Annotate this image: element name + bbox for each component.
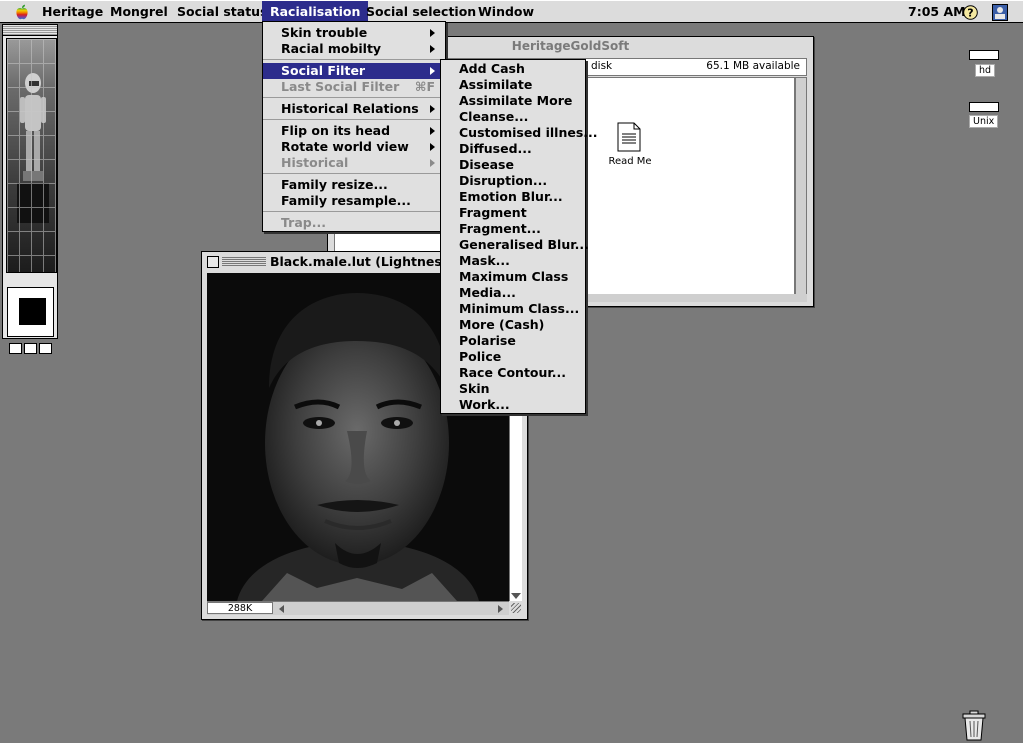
menu-mongrel[interactable]: Mongrel	[102, 1, 176, 23]
filter-item-fragment-dialog[interactable]: Fragment...	[441, 221, 585, 237]
filter-item-generalised-blur[interactable]: Generalised Blur...	[441, 237, 589, 253]
menu-social-selection[interactable]: Social selection	[358, 1, 484, 23]
application-icon[interactable]	[992, 4, 1008, 21]
menu-item-rotate-world-view[interactable]: Rotate world view	[263, 139, 445, 155]
disk-label: disk	[591, 60, 613, 72]
desktop-icon-label-hd[interactable]: hd	[975, 64, 996, 77]
menu-item-trap[interactable]: Trap...	[263, 215, 445, 231]
filter-item-disease[interactable]: Disease	[441, 157, 585, 173]
filter-item-media[interactable]: Media...	[441, 285, 585, 301]
menu-item-skin-trouble[interactable]: Skin trouble	[263, 25, 445, 41]
image-status-bar: 288K	[207, 601, 509, 615]
filter-item-customised-illness[interactable]: Customised illnes...	[441, 125, 598, 141]
menu-separator	[263, 211, 445, 212]
menu-separator	[263, 119, 445, 120]
filter-item-race-contour[interactable]: Race Contour...	[441, 365, 585, 381]
racialisation-menu: Skin trouble Racial mobilty Social Filte…	[262, 21, 446, 232]
menu-item-social-filter[interactable]: Social Filter	[263, 63, 445, 79]
menu-heritage[interactable]: Heritage	[34, 1, 111, 23]
menu-item-flip-on-its-head[interactable]: Flip on its head	[263, 123, 445, 139]
filter-item-more-cash[interactable]: More (Cash)	[441, 317, 585, 333]
available-space: 65.1 MB available	[706, 60, 800, 72]
scroll-left-arrow-icon[interactable]	[279, 605, 284, 613]
palette-titlebar[interactable]	[3, 25, 57, 36]
apple-icon[interactable]	[14, 4, 30, 20]
foreground-color[interactable]	[19, 298, 46, 325]
thumbnail-strip[interactable]	[6, 38, 57, 273]
submenu-arrow-icon	[430, 159, 435, 167]
palette-window-icon[interactable]	[24, 343, 37, 354]
menu-bar: Heritage Mongrel Social status Racialisa…	[0, 0, 1023, 23]
thumbnail-grid	[7, 39, 56, 272]
finder-vertical-scrollbar[interactable]	[795, 77, 807, 295]
menu-item-racial-mobilty[interactable]: Racial mobilty	[263, 41, 445, 57]
submenu-arrow-icon	[430, 45, 435, 53]
menu-separator	[263, 59, 445, 60]
read-me-label[interactable]: Read Me	[605, 156, 655, 167]
palette-mode-icon[interactable]	[9, 343, 22, 354]
document-icon[interactable]	[617, 122, 641, 152]
menu-item-historical[interactable]: Historical	[263, 155, 445, 171]
submenu-arrow-icon	[430, 105, 435, 113]
filter-item-mask[interactable]: Mask...	[441, 253, 585, 269]
filter-item-diffused[interactable]: Diffused...	[441, 141, 585, 157]
menu-social-status[interactable]: Social status	[169, 1, 276, 23]
filter-item-assimilate[interactable]: Assimilate	[441, 77, 585, 93]
tool-palette	[2, 24, 58, 354]
trash-icon[interactable]	[958, 708, 990, 742]
filter-item-maximum-class[interactable]: Maximum Class	[441, 269, 585, 285]
close-box-icon[interactable]	[207, 256, 219, 268]
submenu-arrow-icon	[430, 29, 435, 37]
filter-item-assimilate-more[interactable]: Assimilate More	[441, 93, 585, 109]
filter-item-disruption[interactable]: Disruption...	[441, 173, 585, 189]
menu-item-family-resize[interactable]: Family resize...	[263, 177, 445, 193]
menu-window[interactable]: Window	[470, 1, 542, 23]
filter-item-polarise[interactable]: Polarise	[441, 333, 585, 349]
menu-racialisation[interactable]: Racialisation	[262, 1, 369, 23]
filter-item-police[interactable]: Police	[441, 349, 585, 365]
menu-item-last-social-filter[interactable]: Last Social Filter ⌘F	[263, 79, 445, 95]
resize-grip-icon[interactable]	[511, 603, 521, 613]
filter-item-add-cash[interactable]: Add Cash	[441, 61, 585, 77]
palette-fullscreen-icon[interactable]	[39, 343, 52, 354]
menu-item-family-resample[interactable]: Family resample...	[263, 193, 445, 209]
memory-readout: 288K	[207, 602, 273, 614]
shortcut-label: ⌘F	[414, 79, 435, 94]
submenu-arrow-icon	[430, 143, 435, 151]
submenu-arrow-icon	[430, 67, 435, 75]
unix-disk-icon[interactable]	[969, 102, 999, 112]
social-filter-submenu: Add Cash Assimilate Assimilate More Clea…	[440, 59, 598, 414]
submenu-arrow-icon	[430, 127, 435, 135]
menu-separator	[263, 97, 445, 98]
filter-item-cleanse[interactable]: Cleanse...	[441, 109, 585, 125]
filter-item-fragment[interactable]: Fragment	[441, 205, 585, 221]
menubar-clock[interactable]: 7:05 AM	[908, 1, 966, 23]
filter-item-emotion-blur[interactable]: Emotion Blur...	[441, 189, 585, 205]
image-window-title: Black.male.lut (Lightness,	[270, 254, 454, 269]
color-swatch[interactable]	[7, 287, 54, 337]
scroll-right-arrow-icon[interactable]	[498, 605, 503, 613]
titlebar-stripes	[222, 256, 266, 267]
filter-item-skin[interactable]: Skin	[441, 381, 585, 397]
hard-disk-icon[interactable]	[969, 50, 999, 60]
help-icon[interactable]: ?	[963, 5, 978, 20]
filter-item-work[interactable]: Work...	[441, 397, 585, 413]
menu-item-historical-relations[interactable]: Historical Relations	[263, 101, 445, 117]
scroll-down-arrow-icon[interactable]	[511, 593, 521, 599]
menu-separator	[263, 173, 445, 174]
desktop-icon-label-unix[interactable]: Unix	[969, 115, 999, 128]
filter-item-minimum-class[interactable]: Minimum Class...	[441, 301, 585, 317]
svg-text:?: ?	[967, 7, 973, 20]
